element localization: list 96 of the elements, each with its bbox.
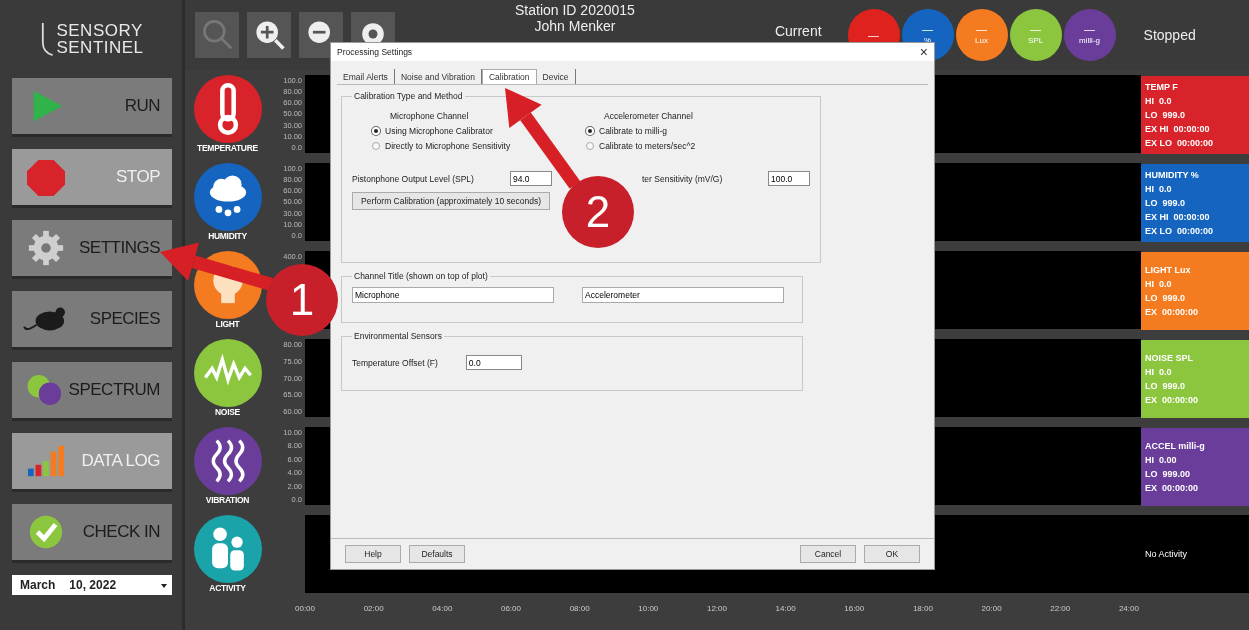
two-people-icon[interactable] bbox=[193, 515, 262, 583]
axis-tick-label: 20:00 bbox=[981, 604, 1002, 613]
axis-tick-label: 00:00 bbox=[295, 604, 316, 613]
dialog-button[interactable]: Defaults bbox=[409, 545, 465, 563]
stats-line: EX LO 00:00:00 bbox=[1145, 137, 1215, 150]
radio-label: Calibrate to milli-g bbox=[599, 126, 668, 136]
axis-tick-label: 04:00 bbox=[432, 604, 453, 613]
user-name: John Menker bbox=[534, 18, 616, 34]
dialog-button[interactable]: Help bbox=[345, 545, 401, 563]
stats-line: LIGHT Lux bbox=[1145, 264, 1192, 277]
sidebar-button[interactable]: CHECK IN bbox=[12, 504, 172, 563]
stats-line: HI 0.0 bbox=[1145, 366, 1173, 379]
caret-icon bbox=[160, 581, 168, 589]
section-heading: Accelerometer Channel bbox=[603, 111, 693, 121]
date-dropdown[interactable]: March 10, 2022 bbox=[12, 575, 172, 595]
stats-line: LO 999.00 bbox=[1145, 468, 1192, 481]
stats-line: HI 0.0 bbox=[1145, 183, 1173, 196]
sensor-label: ACTIVITY bbox=[209, 583, 246, 593]
stats-line: NOISE SPL bbox=[1145, 352, 1194, 365]
tab[interactable]: Email Alerts bbox=[337, 69, 395, 84]
step-number-badge: 1 bbox=[266, 264, 338, 336]
field-label: Temperature Offset (F) bbox=[352, 357, 438, 368]
stats-line: EX 00:00:00 bbox=[1145, 482, 1200, 495]
dialog-button[interactable]: Cancel bbox=[800, 545, 856, 563]
sensor-label: LIGHT bbox=[215, 319, 240, 329]
zoom-in-icon[interactable] bbox=[247, 12, 291, 58]
axis-tick-label: 24:00 bbox=[1118, 604, 1139, 613]
stats-line: LO 999.0 bbox=[1145, 380, 1187, 393]
axis-tick-label: 08:00 bbox=[569, 604, 590, 613]
tab[interactable]: Noise and Vibration bbox=[394, 69, 482, 84]
stats-line: LO 999.0 bbox=[1145, 292, 1187, 305]
input-field[interactable]: 94.0 bbox=[510, 171, 552, 186]
stats-line: EX LO 00:00:00 bbox=[1145, 225, 1215, 238]
sidebar-button[interactable]: RUN bbox=[12, 78, 172, 137]
sensor-label: HUMIDITY bbox=[208, 231, 247, 241]
readout-badge: — Lux bbox=[955, 9, 1008, 61]
radio-button[interactable] bbox=[586, 142, 594, 150]
radio-button[interactable] bbox=[372, 142, 380, 150]
group-title: Calibration Type and Method bbox=[353, 91, 464, 101]
stats-line: LO 999.0 bbox=[1145, 197, 1187, 210]
stats-line: EX 00:00:00 bbox=[1145, 394, 1200, 407]
field-label: Pistonphone Output Level (SPL) bbox=[352, 173, 475, 184]
input-field[interactable]: 100.0 bbox=[768, 171, 810, 186]
stats-line: EX HI 00:00:00 bbox=[1145, 123, 1211, 136]
input-field[interactable]: Accelerometer bbox=[582, 287, 784, 303]
axis-tick-label: 12:00 bbox=[706, 604, 727, 613]
stats-line: HUMIDITY % bbox=[1145, 169, 1200, 182]
axis-tick-label: 18:00 bbox=[912, 604, 933, 613]
sensor-label: TEMPERATURE bbox=[197, 143, 258, 153]
axis-tick-label: 10:00 bbox=[638, 604, 659, 613]
stats-line: HI 0.0 bbox=[1145, 278, 1173, 291]
input-field[interactable]: 0.0 bbox=[465, 355, 522, 370]
sensor-label: NOISE bbox=[215, 407, 240, 417]
stats-line: No Activity bbox=[1145, 548, 1188, 561]
stats-line: EX HI 00:00:00 bbox=[1145, 211, 1211, 224]
group-title: Channel Title (shown on top of plot) bbox=[353, 271, 489, 281]
sensor-label: VIBRATION bbox=[205, 495, 250, 505]
lightbulb-icon[interactable] bbox=[193, 251, 262, 319]
sidebar-button[interactable]: SETTINGS bbox=[12, 220, 172, 279]
axis-tick-label: 02:00 bbox=[363, 604, 384, 613]
calibrate-button[interactable]: Perform Calibration (approximately 10 seconds) bbox=[352, 192, 550, 210]
thermometer-icon[interactable] bbox=[193, 75, 262, 143]
radio-label: Directly to Microphone Sensitivity bbox=[385, 141, 511, 151]
current-label: Current bbox=[774, 23, 822, 39]
status-text: Stopped bbox=[1143, 27, 1196, 43]
rain-cloud-icon[interactable] bbox=[193, 163, 262, 231]
station-id: Station ID 2020015 bbox=[515, 2, 635, 18]
zigzag-wave-icon[interactable] bbox=[193, 339, 262, 407]
stats-line: EX 00:00:00 bbox=[1145, 306, 1200, 319]
logo-text: SENTINEL bbox=[56, 39, 144, 56]
stats-line: HI 0.00 bbox=[1145, 454, 1178, 467]
axis-tick-label: 22:00 bbox=[1050, 604, 1071, 613]
close-button[interactable]: × bbox=[919, 44, 928, 60]
radio-label: Calibrate to meters/sec^2 bbox=[599, 141, 696, 151]
wavy-lines-icon[interactable] bbox=[193, 427, 262, 495]
section-heading: Microphone Channel bbox=[389, 111, 469, 121]
tab[interactable]: Device bbox=[536, 69, 576, 84]
readout-badge: — milli-g bbox=[1063, 9, 1116, 61]
dialog-button[interactable]: OK bbox=[864, 545, 920, 563]
radio-label: Using Microphone Calibrator bbox=[385, 126, 493, 136]
tab[interactable]: Calibration bbox=[481, 69, 537, 84]
sidebar-button[interactable]: SPECIES bbox=[12, 291, 172, 350]
sidebar-button[interactable]: SPECTRUM bbox=[12, 362, 172, 421]
stats-line: ACCEL milli-g bbox=[1145, 440, 1206, 453]
axis-tick-label: 06:00 bbox=[500, 604, 521, 613]
stats-line: LO 999.0 bbox=[1145, 109, 1187, 122]
readout-badge: — SPL bbox=[1009, 9, 1062, 61]
stats-line: HI 0.0 bbox=[1145, 95, 1173, 108]
dialog-title: Processing Settings bbox=[337, 47, 413, 57]
group-title: Environmental Sensors bbox=[353, 331, 443, 341]
stats-line: TEMP F bbox=[1145, 81, 1179, 94]
input-field[interactable]: Microphone bbox=[352, 287, 554, 303]
axis-tick-label: 14:00 bbox=[775, 604, 796, 613]
field-label: ter Sensitivity (mV/G) bbox=[642, 173, 724, 184]
axis-tick-label: 16:00 bbox=[844, 604, 865, 613]
logo-text: SENSORY bbox=[56, 22, 144, 39]
